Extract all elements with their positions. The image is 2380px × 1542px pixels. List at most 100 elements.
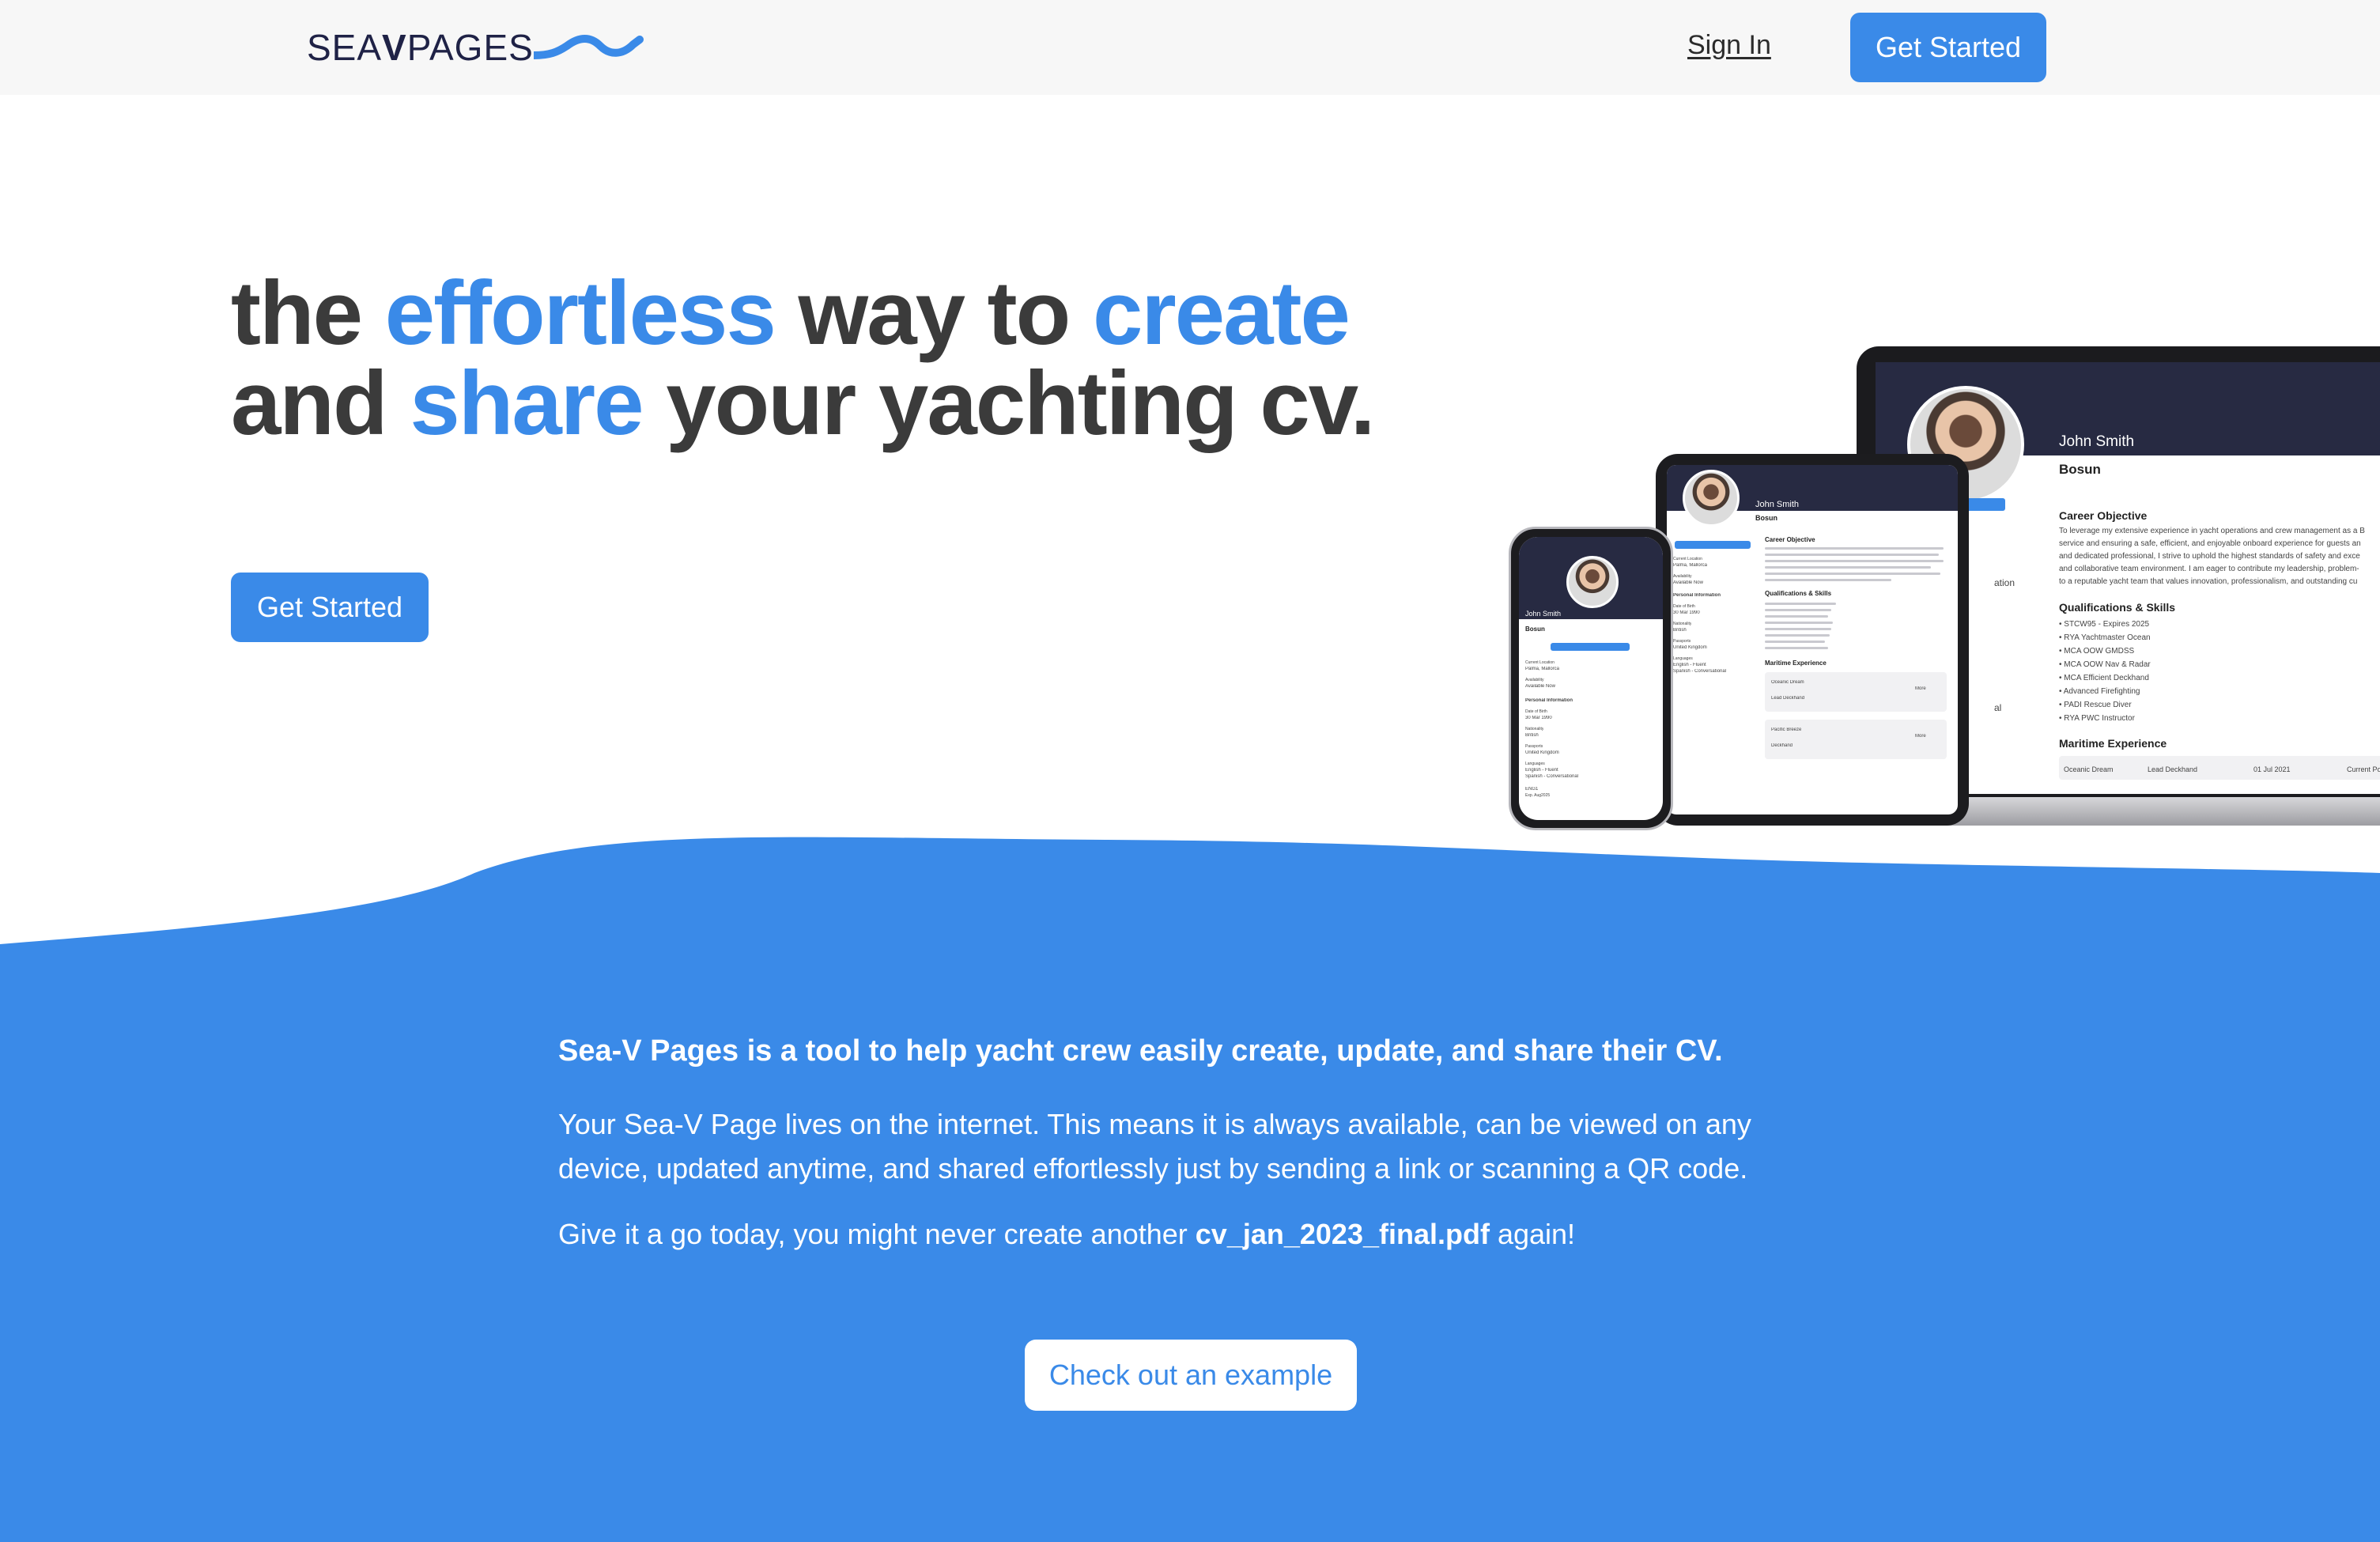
cv-side-text: Spanish - Conversational: [1673, 669, 1727, 674]
text-line: [1765, 628, 1831, 630]
text-line: [1765, 566, 1931, 569]
text-line: [1765, 641, 1825, 643]
experience-start-date: 01 Jul 2021: [2253, 765, 2291, 773]
experience-yacht: Oceanic Dream: [2064, 765, 2114, 773]
tablet-mockup: John Smith Bosun Current Location Palma,…: [1656, 454, 1969, 826]
qualifications-heading: Qualifications & Skills: [1765, 590, 1832, 597]
career-text-line: to a reputable yacht team that values in…: [2059, 577, 2358, 586]
career-text-line: and collaborative team environment. I am…: [2059, 565, 2359, 573]
phone-cv-preview: John Smith Bosun Current Location Palma,…: [1519, 537, 1663, 820]
cv-name: John Smith: [1755, 500, 1800, 509]
cv-side-text: Available Now: [1525, 684, 1555, 689]
experience-more: More: [1915, 734, 1926, 739]
phone-mockup: John Smith Bosun Current Location Palma,…: [1509, 527, 1673, 830]
cv-side-text: United Kingdom: [1673, 645, 1707, 650]
sign-in-link[interactable]: Sign In: [1687, 30, 1771, 61]
cv-side-text: Personal Information: [1673, 593, 1721, 598]
cv-side-fragment: ation: [1994, 577, 2015, 588]
cv-side-text: Availability: [1673, 574, 1692, 579]
career-text-line: and dedicated professional, I strive to …: [2059, 552, 2360, 561]
hero-headline-line-1: the effortless way to create: [231, 263, 1351, 364]
cv-side-text: Available Now: [1673, 580, 1703, 585]
maritime-experience-heading: Maritime Experience: [1765, 660, 1827, 667]
cv-name: John Smith: [1525, 610, 1562, 618]
career-objective-heading: Career Objective: [1765, 536, 1815, 543]
qualification-item: • STCW95 - Expires 2025: [2059, 620, 2150, 629]
cv-side-text: Date of Birth: [1525, 709, 1547, 714]
experience-position: Deckhand: [1771, 743, 1793, 748]
cv-side-text: Nationality: [1525, 727, 1544, 731]
cv-side-text: Palma, Mallorca: [1525, 667, 1560, 671]
cv-side-text: Current Location: [1525, 660, 1555, 665]
text-line: [1765, 560, 1944, 562]
tablet-cv-preview: John Smith Bosun Current Location Palma,…: [1667, 465, 1958, 814]
cv-side-text: Personal Information: [1525, 698, 1573, 703]
text-line: [1765, 647, 1828, 649]
cv-side-text: English - Fluent: [1525, 768, 1558, 773]
cv-name: John Smith: [2059, 433, 2135, 450]
qualification-item: • PADI Rescue Diver: [2059, 701, 2132, 709]
cv-side-text: Availability: [1525, 678, 1544, 682]
hero-headline-line-2: and share your yachting cv.: [231, 353, 1375, 454]
qualification-item: • MCA OOW Nav & Radar: [2059, 660, 2151, 669]
qualification-item: • RYA PWC Instructor: [2059, 714, 2135, 723]
experience-position: Lead Deckhand: [2148, 765, 2198, 773]
cv-side-text: British: [1673, 628, 1687, 633]
cv-side-text: Current Location: [1673, 557, 1702, 561]
maritime-experience-heading: Maritime Experience: [2059, 737, 2167, 750]
text-line: [1765, 634, 1830, 637]
text-line: [1765, 573, 1940, 575]
hero-headline: the effortless way to create and share y…: [231, 263, 1375, 454]
qualification-item: • RYA Yachtmaster Ocean: [2059, 633, 2151, 642]
get-started-header-button[interactable]: Get Started: [1850, 13, 2046, 82]
check-out-example-button[interactable]: Check out an example: [1025, 1340, 1357, 1411]
cv-side-text: 30 Mar 1990: [1673, 610, 1700, 615]
experience-card: [1765, 672, 1947, 712]
text-line: [1765, 579, 1891, 581]
headline-highlight-share: share: [410, 353, 644, 454]
experience-yacht: Oceanic Dream: [1771, 680, 1804, 685]
experience-end-date: Current Positi: [2347, 765, 2380, 773]
wave-logo-icon: [533, 35, 644, 59]
cv-role: Bosun: [1755, 514, 1777, 522]
sea-v-pages-logo[interactable]: SEAVPAGES: [307, 25, 644, 70]
cv-side-text: Date of Birth: [1673, 604, 1695, 609]
qualification-item: • MCA Efficient Deckhand: [2059, 674, 2149, 682]
experience-more: More: [1915, 686, 1926, 691]
headline-highlight-create: create: [1092, 263, 1351, 364]
cv-side-text: Spanish - Conversational: [1525, 774, 1579, 779]
cv-side-text: English - Fluent: [1673, 663, 1706, 667]
about-lead-text: Sea-V Pages is a tool to help yacht crew…: [558, 1034, 1723, 1068]
profile-photo: [1683, 470, 1740, 527]
cv-side-text: Languages: [1673, 656, 1693, 661]
cv-side-text: British: [1525, 733, 1539, 738]
cv-role: Bosun: [2059, 462, 2101, 477]
cv-side-text: Languages: [1525, 762, 1545, 766]
text-line: [1765, 547, 1944, 550]
contact-button: [1675, 541, 1751, 549]
text-line: [1765, 554, 1939, 556]
experience-yacht: Pacific Breeze: [1771, 728, 1802, 732]
text-line: [1765, 603, 1836, 605]
text-line: [1765, 622, 1833, 624]
headline-highlight-effortless: effortless: [384, 263, 776, 364]
cv-side-text: Palma, Mallorca: [1673, 563, 1708, 568]
cv-side-text: United Kingdom: [1525, 750, 1559, 755]
logo-wordmark: SEAVPAGES: [307, 27, 534, 68]
contact-button: [1551, 643, 1630, 651]
cv-filename: cv_jan_2023_final.pdf: [1195, 1218, 1490, 1250]
cv-side-text: 30 Mar 1990: [1525, 716, 1552, 720]
cv-side-text: Nationality: [1673, 622, 1692, 626]
cv-side-text: Passports: [1673, 639, 1691, 644]
experience-card: [1765, 720, 1947, 759]
text-line: [1765, 615, 1828, 618]
text-line: [1765, 609, 1831, 611]
cv-side-text: Passports: [1525, 744, 1543, 749]
wave-divider: [0, 837, 2380, 965]
get-started-hero-button[interactable]: Get Started: [231, 573, 429, 642]
about-body-text: Your Sea-V Page lives on the internet. T…: [558, 1108, 1751, 1185]
about-cta-text: Give it a go today, you might never crea…: [558, 1218, 1576, 1250]
qualification-item: • MCA OOW GMDSS: [2059, 647, 2135, 656]
career-text-line: To leverage my extensive experience in y…: [2059, 527, 2365, 535]
career-objective-heading: Career Objective: [2059, 509, 2148, 522]
